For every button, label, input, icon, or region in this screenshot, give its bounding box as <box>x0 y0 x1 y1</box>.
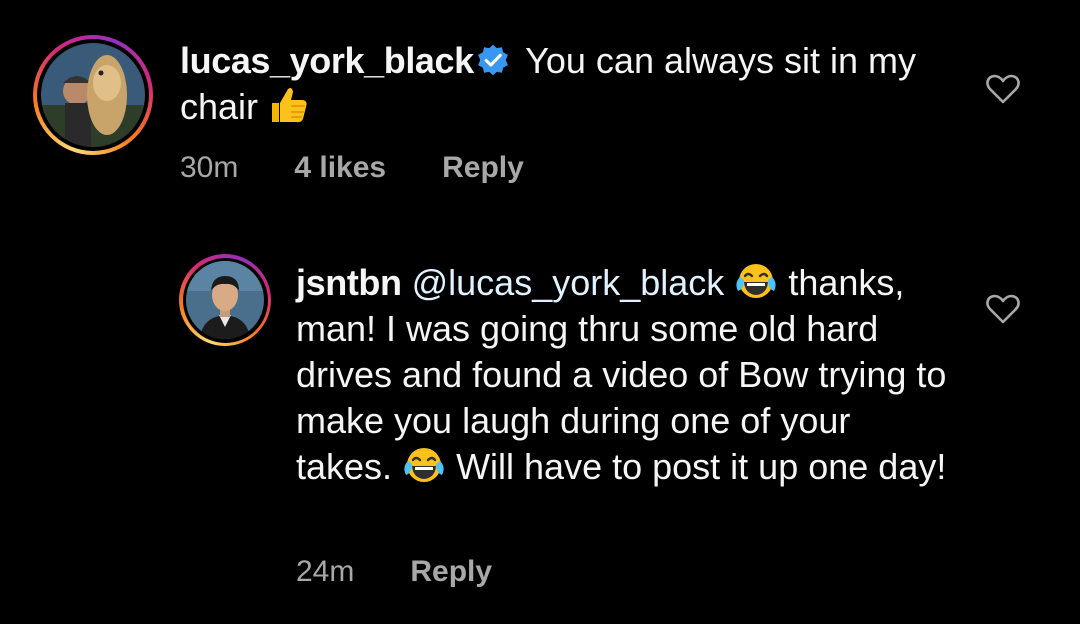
face-with-tears-of-joy-emoji-icon <box>736 264 776 298</box>
likes-count[interactable]: 4 likes <box>294 151 386 185</box>
avatar-jsntbn[interactable] <box>179 254 271 346</box>
comment-lucas: lucas_york_black You can always sit in m… <box>0 0 1080 220</box>
avatar-lucas[interactable] <box>33 35 153 155</box>
comment-body: jsntbn @lucas_york_black thanks, man! I … <box>296 260 956 490</box>
comment-body: lucas_york_black You can always sit in m… <box>180 38 940 130</box>
verified-badge-icon <box>477 44 508 76</box>
username[interactable]: lucas_york_black <box>180 40 474 81</box>
avatar-photo-man <box>186 261 264 339</box>
timestamp: 24m <box>296 555 355 588</box>
timestamp: 30m <box>180 151 239 184</box>
reply-button[interactable]: Reply <box>442 151 524 185</box>
thumbs-up-emoji-icon <box>272 88 307 123</box>
like-heart-icon[interactable] <box>986 294 1020 324</box>
face-with-tears-of-joy-emoji-icon <box>404 448 444 482</box>
comment-text-part2: Will have to post it up one day! <box>446 446 947 487</box>
mention-link[interactable]: @lucas_york_black <box>412 262 725 303</box>
avatar-photo-fisherman <box>41 43 145 147</box>
reply-button[interactable]: Reply <box>410 555 492 589</box>
comment-jsntbn: jsntbn @lucas_york_black thanks, man! I … <box>0 240 1080 624</box>
comment-meta: 30m 4 likes Reply <box>180 148 524 188</box>
username[interactable]: jsntbn <box>296 262 402 303</box>
like-heart-icon[interactable] <box>986 74 1020 104</box>
comment-meta: 24m Reply <box>296 552 492 592</box>
